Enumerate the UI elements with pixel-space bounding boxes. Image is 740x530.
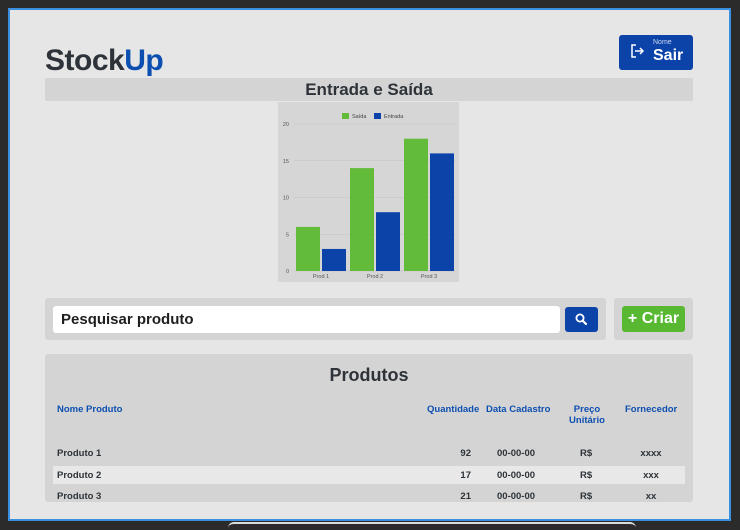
cell-name: Produto 1 [57,448,102,459]
col-header-price-line2: Unitário [569,415,605,426]
cell-price: R$ [580,491,593,502]
cell-price: R$ [580,470,593,481]
products-panel: Produtos Nome Produto Quantidade Data Ca… [45,354,693,502]
legend-swatch [342,113,349,119]
bar-entrada [322,248,346,271]
plus-icon: + [627,310,642,327]
cell-date: 00-00-00 [497,448,536,459]
y-tick-label: 0 [286,269,289,275]
table-row[interactable]: Produto 1 92 00-00-00 R$ xxxx [53,444,685,462]
search-input[interactable]: Pesquisar produto [53,306,560,333]
bar-entrada [376,212,400,271]
legend-swatch [374,113,381,119]
bar-sa-da [350,168,374,271]
logout-label: Sair [653,47,684,64]
create-label: Criar [641,310,680,327]
cell-quantity: 92 [460,448,471,459]
cell-supplier: xxxx [640,448,662,459]
create-button[interactable]: + Criar [622,306,685,332]
y-tick-label: 15 [283,159,289,165]
app-window: StockUp Nome Sair Entrada e Saída 0 5 10 15… [8,8,731,521]
logout-button[interactable]: Nome Sair [619,35,693,70]
col-header-name: Nome Produto [57,404,123,415]
bottom-handle [228,522,636,530]
cell-price: R$ [580,448,593,459]
y-tick-label: 20 [283,122,289,128]
logo-accent: Up [124,44,164,77]
table-row[interactable]: Produto 3 21 00-00-00 R$ xx [53,487,685,505]
cell-supplier: xx [645,491,657,502]
search-icon [575,313,588,326]
col-header-date: Data Cadastro [486,404,551,415]
cell-quantity: 17 [460,470,471,481]
chart-svg: 0 5 10 15 20 Prod 1 Prod 2 Prod 3 Saída Entrada [283,113,456,280]
table-row[interactable]: Produto 2 17 00-00-00 R$ xxx [53,466,685,484]
x-tick-label: Prod 3 [421,274,437,280]
legend-label: Entrada [384,114,404,120]
cell-name: Produto 2 [57,470,102,481]
search-panel: Pesquisar produto [45,298,606,340]
bar-sa-da [404,138,428,271]
col-header-quantity: Quantidade [427,404,480,415]
bar-entrada [430,153,454,271]
x-tick-label: Prod 2 [367,274,383,280]
cell-supplier: xxx [643,470,659,481]
y-tick-label: 10 [283,196,289,202]
section-title: Entrada e Saída [45,78,693,101]
cell-quantity: 21 [460,491,471,502]
bar-sa-da [296,226,320,271]
cell-name: Produto 3 [57,491,102,502]
app-logo: StockUp [45,44,164,78]
logo-main: Stock [45,44,125,77]
top-strip [0,0,740,8]
cell-date: 00-00-00 [497,470,536,481]
user-name-label: Nome [653,39,672,46]
bar-chart: 0 5 10 15 20 Prod 1 Prod 2 Prod 3 Saída Entrada [278,102,459,282]
x-tick-label: Prod 1 [313,274,329,280]
col-header-price-line1: Preço [573,404,601,415]
cell-date: 00-00-00 [497,491,536,502]
col-header-price: Preço Unitário [568,404,606,426]
products-title: Produtos [329,365,409,385]
create-panel: + Criar [614,298,693,340]
y-tick-label: 5 [286,232,289,238]
col-header-supplier: Fornecedor [625,404,678,415]
logout-icon [629,43,645,64]
search-button[interactable] [565,307,598,332]
legend-label: Saída [352,114,367,120]
